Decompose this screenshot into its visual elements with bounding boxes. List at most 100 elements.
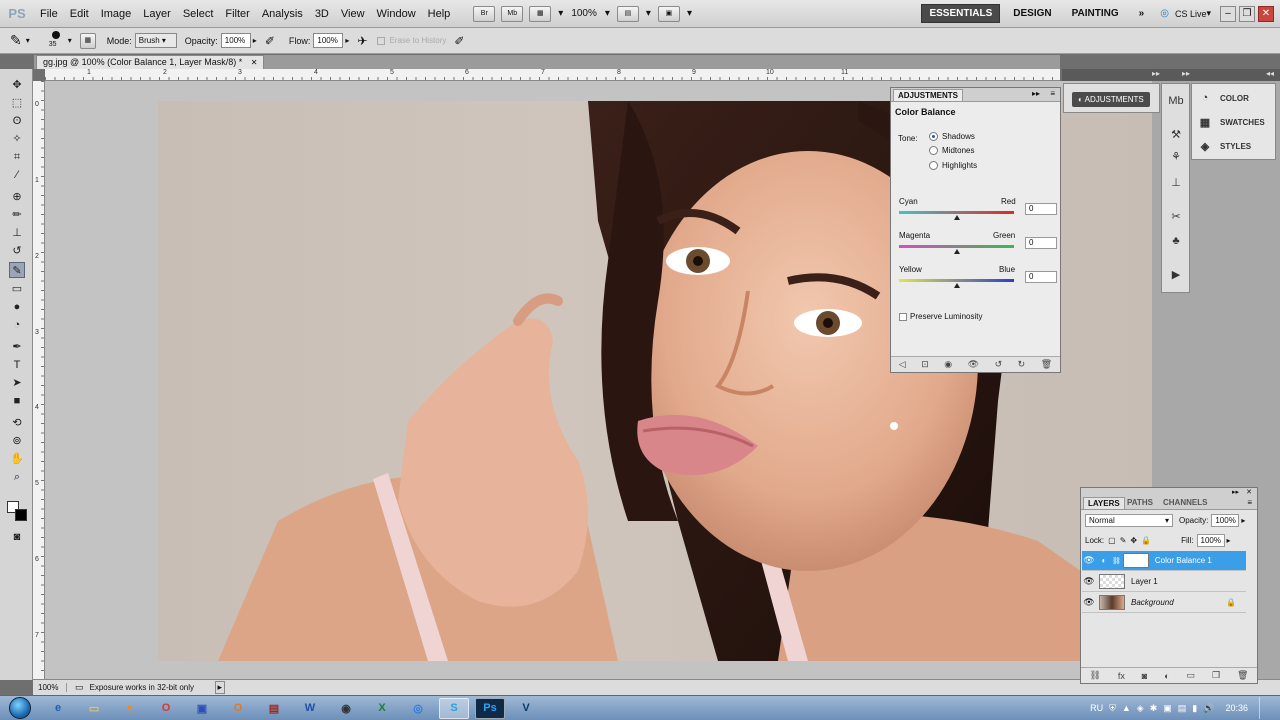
menu-3d[interactable]: 3D: [309, 8, 335, 20]
workspace-essentials[interactable]: ESSENTIALS: [921, 4, 1001, 23]
flow-field[interactable]: 100%: [313, 33, 344, 48]
clock[interactable]: 20:36: [1225, 703, 1248, 713]
hand-tool-icon[interactable]: ✋: [9, 451, 25, 467]
menu-image[interactable]: Image: [95, 8, 138, 20]
yellow-blue-slider[interactable]: [899, 279, 1014, 282]
3d-orbit-tool-icon[interactable]: ⊚: [9, 433, 25, 449]
status-zoom[interactable]: 100%: [33, 683, 67, 692]
cs-live-button[interactable]: CS Live: [1175, 9, 1207, 19]
move-tool-icon[interactable]: ✥: [9, 77, 25, 93]
start-button[interactable]: [0, 696, 40, 720]
visibility-eye-icon[interactable]: 👁: [1082, 555, 1096, 566]
dropdown-arrow-icon[interactable]: ▾: [601, 8, 614, 19]
brush-tool-icon[interactable]: ✎: [9, 262, 25, 278]
tray-icon[interactable]: ⛨: [1109, 703, 1116, 714]
tone-shadows-radio[interactable]: Shadows: [929, 132, 975, 141]
status-menu-arrow-icon[interactable]: ▸: [214, 681, 226, 694]
tray-icon[interactable]: ▤: [1178, 703, 1187, 714]
cyan-red-thumb[interactable]: [953, 215, 960, 220]
adjustments-dock-button[interactable]: ◐ ADJUSTMENTS: [1063, 83, 1160, 113]
history-brush-tool-icon[interactable]: ↺: [9, 243, 25, 259]
expand-icon[interactable]: ▸▸: [1152, 69, 1160, 78]
menu-edit[interactable]: Edit: [64, 8, 95, 20]
network-icon[interactable]: ▮: [1192, 703, 1197, 714]
quick-mask-icon[interactable]: ◙: [9, 529, 25, 545]
excel-icon[interactable]: X: [367, 698, 397, 719]
screen-mode-icon[interactable]: ▣: [657, 5, 680, 22]
new-layer-icon[interactable]: ❐: [1212, 670, 1220, 681]
brush-tool-icon[interactable]: ✎: [10, 32, 22, 49]
brush-panel-toggle-icon[interactable]: ▦: [79, 32, 96, 49]
app-icon[interactable]: ▤: [259, 698, 289, 719]
clone-stamp-tool-icon[interactable]: ⊥: [9, 225, 25, 241]
layer-name[interactable]: Background: [1131, 598, 1174, 607]
healing-brush-tool-icon[interactable]: ⊕: [9, 189, 25, 205]
app-v-icon[interactable]: V: [511, 698, 541, 719]
slider-arrow-icon[interactable]: ▸: [1241, 516, 1245, 525]
chain-link-icon[interactable]: ⛓: [1112, 557, 1121, 565]
panel-menu-icon[interactable]: ≡: [1050, 89, 1055, 98]
bluetooth-icon[interactable]: ✱: [1150, 703, 1158, 714]
dropdown-arrow-icon[interactable]: ▾: [554, 8, 567, 19]
tone-highlights-radio[interactable]: Highlights: [929, 161, 977, 170]
opacity-slider-arrow-icon[interactable]: ▸: [253, 36, 257, 45]
language-indicator[interactable]: RU: [1090, 703, 1103, 713]
pen-tool-icon[interactable]: ✒: [9, 339, 25, 355]
minimize-button[interactable]: –: [1220, 5, 1236, 22]
delete-layer-icon[interactable]: 🗑: [1237, 670, 1248, 681]
lock-position-icon[interactable]: ✥: [1130, 536, 1137, 545]
tab-channels[interactable]: CHANNELS: [1159, 497, 1211, 508]
close-panel-icon[interactable]: ✕: [1246, 488, 1252, 496]
pencil-tool-icon[interactable]: ✏: [9, 207, 25, 223]
yellow-blue-value[interactable]: 0: [1025, 271, 1057, 283]
tone-midtones-radio[interactable]: Midtones: [929, 146, 974, 155]
gradient-tool-icon[interactable]: ▭: [9, 281, 25, 297]
clip-layer-icon[interactable]: ◉: [944, 359, 952, 370]
magenta-green-slider[interactable]: [899, 245, 1014, 248]
dropdown-arrow-icon[interactable]: ▾: [683, 8, 696, 19]
tool-presets-icon[interactable]: ⚒: [1168, 128, 1184, 142]
mode-select[interactable]: Brush ▾: [134, 33, 177, 48]
pressure-opacity-icon[interactable]: ✐: [265, 34, 275, 48]
eyedropper-tool-icon[interactable]: ⁄: [9, 167, 25, 183]
menu-filter[interactable]: Filter: [219, 8, 255, 20]
blend-mode-select[interactable]: Normal ▾: [1085, 514, 1173, 527]
shape-tool-icon[interactable]: ■: [9, 393, 25, 409]
volume-icon[interactable]: 🔊: [1203, 703, 1214, 714]
marquee-tool-icon[interactable]: ⬚: [9, 95, 25, 111]
quick-selection-tool-icon[interactable]: ✧: [9, 131, 25, 147]
tab-layers[interactable]: LAYERS: [1083, 497, 1125, 509]
brush-preset-picker[interactable]: 35: [44, 30, 68, 52]
layer-row-layer-1[interactable]: 👁 Layer 1: [1082, 572, 1246, 592]
actions-panel-icon[interactable]: ▶: [1168, 268, 1184, 282]
minibridge-panel-icon[interactable]: Mb: [1168, 94, 1184, 108]
lock-image-icon[interactable]: ✎: [1120, 536, 1127, 545]
layer-row-color-balance[interactable]: 👁 ◐ ⛓ Color Balance 1: [1082, 551, 1246, 571]
workspace-painting[interactable]: PAINTING: [1065, 5, 1126, 22]
collapse-icon[interactable]: ▸▸: [1232, 488, 1239, 496]
background-color-swatch[interactable]: [15, 509, 27, 521]
expand-icon[interactable]: ▸▸: [1182, 69, 1190, 78]
dodge-tool-icon[interactable]: ◔: [9, 317, 25, 333]
save-app-icon[interactable]: ▣: [187, 698, 217, 719]
close-button[interactable]: ✕: [1258, 5, 1274, 22]
link-layers-icon[interactable]: ⛓: [1089, 670, 1100, 681]
menu-layer[interactable]: Layer: [137, 8, 177, 20]
type-tool-icon[interactable]: T: [9, 357, 25, 373]
extras-icon[interactable]: ▦: [529, 5, 552, 22]
dropdown-arrow-icon[interactable]: ▾: [1206, 8, 1211, 19]
document-tab[interactable]: gg.jpg @ 100% (Color Balance 1, Layer Ma…: [36, 55, 265, 69]
menu-window[interactable]: Window: [371, 8, 422, 20]
opacity-field[interactable]: 100%: [220, 33, 251, 48]
workspace-design[interactable]: DESIGN: [1006, 5, 1058, 22]
add-mask-icon[interactable]: ◙: [1142, 671, 1147, 681]
skype-icon[interactable]: S: [439, 697, 469, 719]
chrome-icon[interactable]: ◎: [403, 698, 433, 719]
delete-icon[interactable]: 🗑: [1041, 359, 1052, 370]
magenta-green-value[interactable]: 0: [1025, 237, 1057, 249]
more-workspaces-button[interactable]: »: [1132, 5, 1152, 22]
lock-all-icon[interactable]: 🔒: [1141, 536, 1151, 545]
dropdown-arrow-icon[interactable]: ▾: [642, 8, 655, 19]
layer-row-background[interactable]: 👁 Background 🔒: [1082, 593, 1246, 613]
bridge-button[interactable]: Br: [473, 5, 496, 22]
